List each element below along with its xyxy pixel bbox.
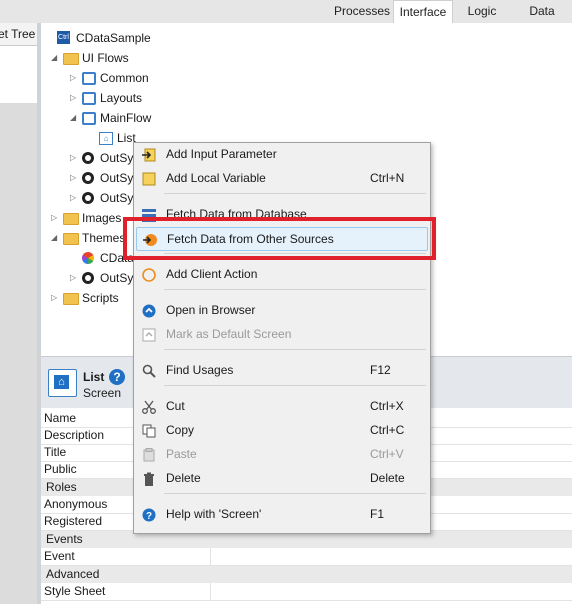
module-icon: Ctrl bbox=[57, 31, 70, 44]
collapse-arrow-icon[interactable]: ▷ bbox=[70, 88, 76, 108]
copy-icon bbox=[142, 423, 156, 438]
ui-flow-icon bbox=[82, 92, 96, 105]
context-menu: Add Input Parameter Add Local Variable C… bbox=[133, 142, 431, 534]
menu-item-mark-default-screen[interactable]: Mark as Default Screen bbox=[134, 323, 430, 345]
svg-text:?: ? bbox=[146, 511, 152, 522]
ui-flow-icon bbox=[82, 72, 96, 85]
folder-icon bbox=[63, 293, 79, 305]
module-reference-icon bbox=[82, 172, 94, 184]
menu-item-add-client-action[interactable]: Add Client Action bbox=[134, 263, 430, 285]
screen-large-icon: ⌂ bbox=[48, 369, 77, 397]
theme-icon bbox=[82, 252, 94, 264]
property-row-event[interactable]: Event bbox=[41, 548, 572, 566]
properties-subtitle: Screen bbox=[83, 386, 122, 400]
collapse-arrow-icon[interactable]: ▷ bbox=[51, 208, 57, 228]
module-reference-icon bbox=[82, 192, 94, 204]
collapse-arrow-icon[interactable]: ▷ bbox=[70, 188, 76, 208]
ui-flow-icon bbox=[82, 112, 96, 125]
menu-item-help-screen[interactable]: ? Help with 'Screen' F1 bbox=[134, 503, 430, 525]
search-icon bbox=[142, 363, 156, 378]
home-icon: ⌂ bbox=[54, 375, 69, 389]
expand-arrow-icon[interactable]: ◢ bbox=[51, 48, 57, 68]
left-panel-empty-area bbox=[0, 103, 37, 604]
menu-item-add-input-parameter[interactable]: Add Input Parameter bbox=[134, 143, 430, 165]
local-variable-icon bbox=[142, 171, 156, 186]
folder-icon bbox=[63, 53, 79, 65]
paste-icon bbox=[142, 447, 156, 462]
input-parameter-icon bbox=[142, 147, 156, 162]
menu-separator bbox=[164, 349, 426, 350]
collapse-arrow-icon[interactable]: ▷ bbox=[70, 148, 76, 168]
menu-separator bbox=[164, 493, 426, 494]
folder-icon bbox=[63, 213, 79, 225]
help-icon[interactable]: ? bbox=[109, 369, 125, 385]
menu-separator bbox=[164, 289, 426, 290]
top-tab-bar: Processes Interface Logic Data bbox=[0, 0, 572, 24]
property-section-advanced[interactable]: Advanced bbox=[41, 566, 572, 583]
tab-data[interactable]: Data bbox=[512, 0, 572, 22]
module-reference-icon bbox=[82, 152, 94, 164]
expand-arrow-icon[interactable]: ◢ bbox=[51, 228, 57, 248]
menu-item-find-usages[interactable]: Find Usages F12 bbox=[134, 359, 430, 381]
tab-logic[interactable]: Logic bbox=[452, 0, 512, 22]
browser-icon bbox=[142, 303, 156, 318]
tab-processes[interactable]: Processes bbox=[330, 0, 394, 22]
default-screen-icon bbox=[142, 327, 156, 342]
tab-interface[interactable]: Interface bbox=[393, 0, 453, 24]
menu-item-open-in-browser[interactable]: Open in Browser bbox=[134, 299, 430, 321]
properties-title: List bbox=[83, 370, 105, 384]
left-panel-tab-label: et Tree bbox=[0, 27, 36, 41]
collapse-arrow-icon[interactable]: ▷ bbox=[51, 288, 57, 308]
collapse-arrow-icon[interactable]: ▷ bbox=[70, 268, 76, 288]
highlight-annotation-box bbox=[123, 217, 436, 260]
left-panel-tab[interactable]: et Tree bbox=[0, 23, 37, 46]
trash-icon bbox=[142, 471, 156, 486]
help-icon: ? bbox=[142, 507, 156, 522]
collapse-arrow-icon[interactable]: ▷ bbox=[70, 68, 76, 88]
menu-item-cut[interactable]: Cut Ctrl+X bbox=[134, 395, 430, 417]
menu-item-paste[interactable]: Paste Ctrl+V bbox=[134, 443, 430, 465]
menu-item-copy[interactable]: Copy Ctrl+C bbox=[134, 419, 430, 441]
menu-item-add-local-variable[interactable]: Add Local Variable Ctrl+N bbox=[134, 167, 430, 189]
expand-arrow-icon[interactable]: ◢ bbox=[70, 108, 76, 128]
property-row-style-sheet[interactable]: Style Sheet bbox=[41, 583, 572, 601]
menu-separator bbox=[164, 193, 426, 194]
menu-separator bbox=[164, 385, 426, 386]
screen-icon: ⌂ bbox=[99, 132, 113, 145]
client-action-icon bbox=[142, 267, 156, 282]
menu-item-delete[interactable]: Delete Delete bbox=[134, 467, 430, 489]
collapse-arrow-icon[interactable]: ▷ bbox=[70, 168, 76, 188]
property-value[interactable] bbox=[210, 583, 572, 600]
folder-icon bbox=[63, 233, 79, 245]
module-reference-icon bbox=[82, 272, 94, 284]
property-value[interactable] bbox=[210, 548, 572, 565]
scissors-icon bbox=[142, 399, 156, 414]
